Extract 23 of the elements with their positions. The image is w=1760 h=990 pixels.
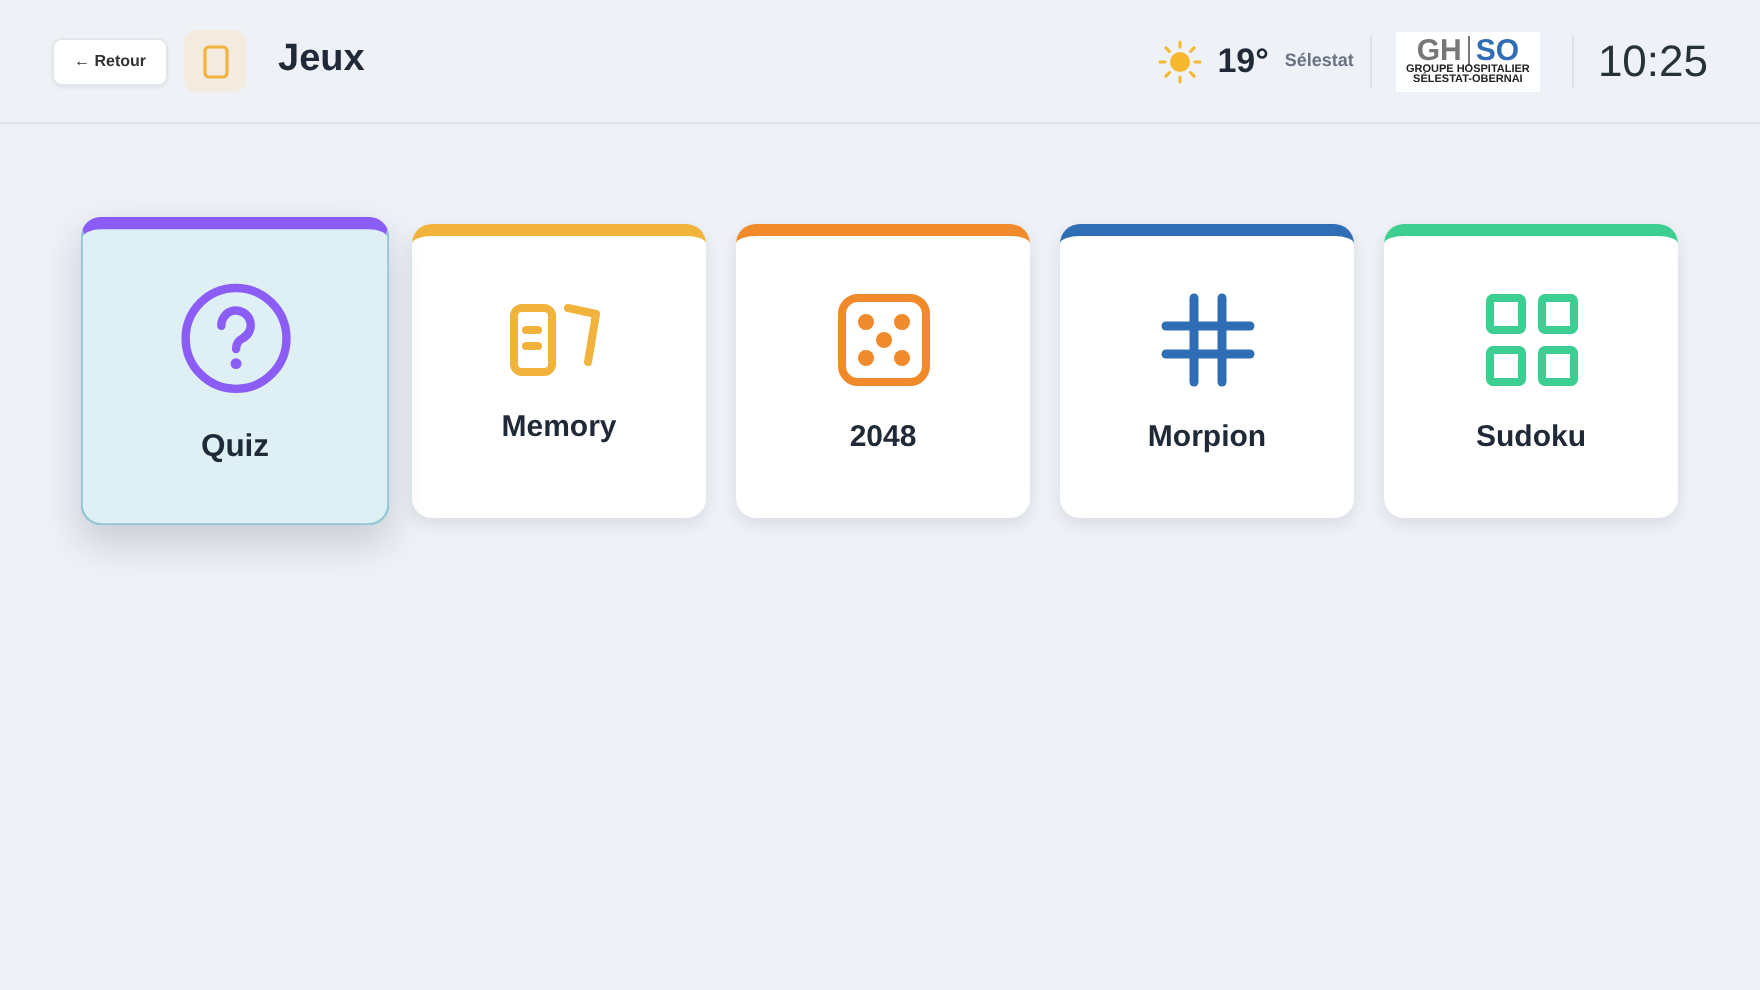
sun-icon bbox=[1157, 39, 1202, 83]
game-label: Quiz bbox=[200, 426, 270, 468]
game-label: Sudoku bbox=[1476, 418, 1586, 459]
game-card[interactable]: Quiz bbox=[80, 216, 390, 526]
temperature: 19° bbox=[1217, 39, 1269, 84]
game-card[interactable]: Memory bbox=[412, 224, 706, 518]
game-label: 2048 bbox=[849, 418, 917, 459]
grid-icon bbox=[1483, 292, 1579, 389]
game-card[interactable]: 2048 bbox=[736, 224, 1030, 518]
tablet-icon bbox=[184, 30, 246, 92]
logo-text: GH bbox=[1416, 35, 1470, 65]
logo-text: SO bbox=[1475, 35, 1520, 65]
question-icon bbox=[178, 281, 292, 395]
clock: 10:25 bbox=[1597, 34, 1708, 90]
game-label: Memory bbox=[501, 408, 617, 449]
hash-icon bbox=[1159, 292, 1255, 389]
game-label: Morpion bbox=[1147, 418, 1267, 459]
game-card[interactable]: Sudoku bbox=[1384, 224, 1678, 518]
back-button[interactable]: ← Retour bbox=[52, 37, 168, 85]
game-card[interactable]: Morpion bbox=[1060, 224, 1354, 518]
city-name: Sélestat bbox=[1284, 47, 1354, 74]
dice-icon bbox=[835, 292, 931, 389]
page-title: Jeux bbox=[278, 36, 365, 85]
